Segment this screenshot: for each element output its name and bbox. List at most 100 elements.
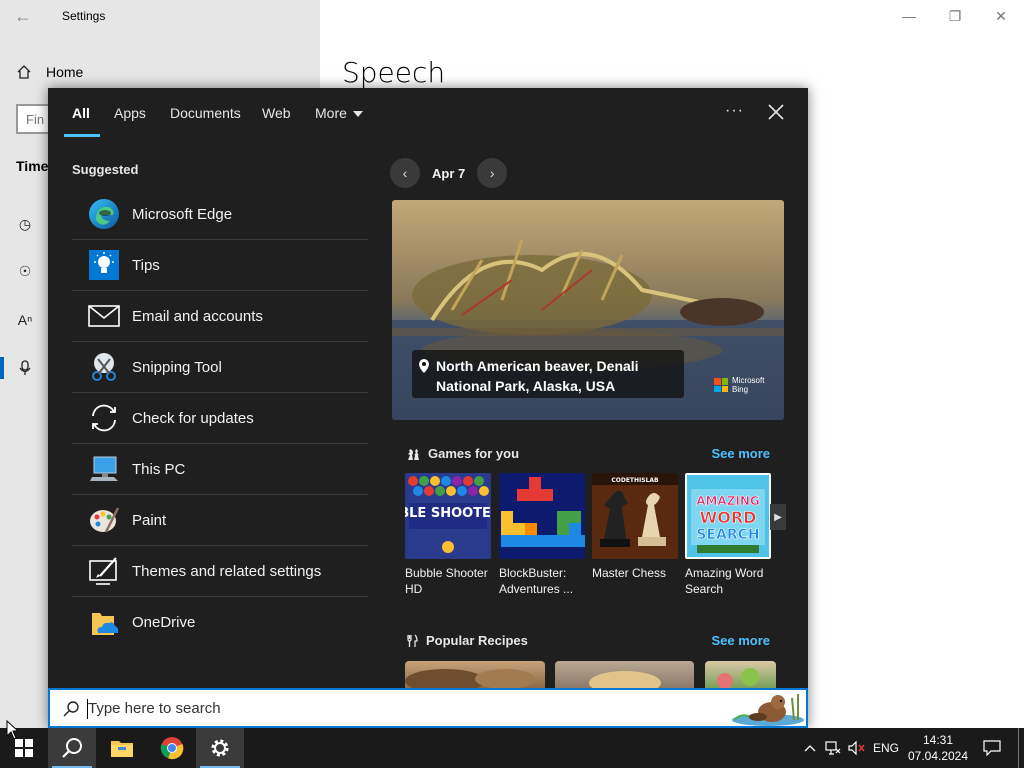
recipe-card[interactable]	[405, 661, 545, 688]
game-name: Bubble Shooter HD	[405, 566, 488, 596]
scissors-icon	[86, 349, 122, 385]
tab-all[interactable]: All	[72, 105, 90, 121]
suggested-item-edge[interactable]: Microsoft Edge	[72, 189, 368, 240]
restore-icon[interactable]: ❐	[932, 0, 978, 32]
caret-down-icon	[352, 111, 363, 118]
suggested-item-email-accounts[interactable]: Email and accounts	[72, 291, 368, 342]
clock-time: 14:31	[922, 733, 954, 747]
refresh-icon	[86, 400, 122, 436]
taskbar-chrome[interactable]	[148, 728, 196, 768]
window-controls: — ❐ ✕	[886, 0, 1024, 32]
palette-icon	[86, 502, 122, 538]
suggested-item-this-pc[interactable]: This PC	[72, 444, 368, 495]
suggested-item-label: Snipping Tool	[132, 358, 222, 376]
tab-web[interactable]: Web	[262, 105, 291, 121]
fork-knife-icon	[407, 634, 418, 647]
recipe-thumbnail	[405, 669, 535, 688]
active-tab-indicator	[64, 134, 100, 137]
sidebar-item-home[interactable]: Home	[16, 64, 83, 80]
suggested-item-label: Microsoft Edge	[132, 205, 233, 223]
suggested-item-themes[interactable]: Themes and related settings	[72, 546, 368, 597]
suggested-item-onedrive[interactable]: OneDrive	[72, 597, 368, 648]
recipe-thumbnail	[589, 671, 661, 688]
sidebar-section-title: Time	[16, 158, 49, 174]
taskbar: ENG 14:31 07.04.2024	[0, 728, 1024, 768]
game-card[interactable]: AMAZING WORD SEARCH Amazing Word Search	[685, 473, 773, 597]
taskbar-search-button[interactable]	[48, 728, 96, 768]
taskbar-file-explorer[interactable]	[98, 728, 146, 768]
network-button[interactable]	[823, 728, 843, 768]
close-window-icon[interactable]: ✕	[978, 0, 1024, 32]
sidebar-item-label: Home	[46, 64, 84, 80]
more-options-button[interactable]: ···	[725, 102, 744, 120]
search-tabs: All Apps Documents Web More ···	[48, 88, 808, 138]
notifications-button[interactable]	[980, 728, 1004, 768]
hero-caption[interactable]: North American beaver, Denali National P…	[412, 350, 684, 398]
back-arrow-icon[interactable]: ←	[14, 6, 32, 27]
volume-button[interactable]	[847, 728, 867, 768]
game-card[interactable]: BUBBLE SHOOTER HD Bubble Shooter HD	[405, 473, 493, 597]
suggested-item-paint[interactable]: Paint	[72, 495, 368, 546]
themes-icon	[86, 553, 122, 589]
suggested-item-label: OneDrive	[132, 614, 196, 631]
microphone-icon[interactable]	[16, 359, 34, 377]
suggested-item-label: Tips	[132, 256, 160, 274]
svg-text:WORD: WORD	[700, 508, 757, 527]
language-indicator[interactable]: ENG	[872, 728, 900, 768]
taskbar-settings[interactable]	[196, 728, 244, 768]
minimize-icon[interactable]: —	[886, 0, 932, 32]
game-card[interactable]: BlockBuster: Adventures ...	[499, 473, 587, 597]
network-icon	[825, 741, 841, 755]
gear-icon	[211, 739, 229, 757]
computer-icon	[86, 451, 122, 487]
home-icon	[17, 65, 31, 79]
tab-apps[interactable]: Apps	[114, 105, 146, 121]
page-title: Speech	[342, 56, 446, 89]
suggested-item-tips[interactable]: Tips	[72, 240, 368, 291]
recipe-thumbnail	[717, 668, 759, 688]
prev-date-button[interactable]: ‹	[390, 158, 420, 188]
game-card[interactable]: CODETHISLAB Master Chess	[592, 473, 680, 581]
window-title: Settings	[62, 9, 106, 23]
search-icon	[63, 701, 79, 717]
suggested-item-label: Themes and related settings	[132, 562, 322, 580]
edge-icon	[86, 196, 122, 232]
suggested-list: Microsoft Edge Tips Email and accounts S…	[72, 189, 368, 648]
games-next-arrow[interactable]: ▶	[770, 504, 786, 530]
next-date-button[interactable]: ›	[477, 158, 508, 188]
recipe-card[interactable]	[555, 661, 694, 688]
region-icon[interactable]: ☉	[16, 262, 34, 280]
tab-more-label: More	[315, 105, 347, 121]
language-icon[interactable]: Aⁿ	[16, 311, 34, 329]
game-thumbnail	[499, 473, 585, 559]
game-thumbnail: AMAZING WORD SEARCH	[685, 473, 771, 559]
recipes-see-more-link[interactable]: See more	[711, 633, 770, 648]
bing-daily-image[interactable]: North American beaver, Denali National P…	[392, 200, 784, 420]
games-title: Games for you	[428, 446, 520, 461]
suggested-item-snipping-tool[interactable]: Snipping Tool	[72, 342, 368, 393]
bing-logo: Microsoft Bing	[714, 376, 768, 394]
current-date: Apr 7	[432, 165, 466, 181]
suggested-item-check-updates[interactable]: Check for updates	[72, 393, 368, 444]
show-desktop-button[interactable]	[1018, 728, 1024, 768]
date-time-icon[interactable]: ◷	[16, 215, 34, 233]
windows-logo-icon	[15, 739, 33, 757]
show-hidden-icons-button[interactable]	[800, 728, 820, 768]
bing-logo-text: Microsoft Bing	[732, 376, 765, 394]
close-icon[interactable]	[766, 102, 786, 122]
suggested-item-label: Email and accounts	[132, 307, 263, 325]
taskbar-search-box[interactable]: Type here to search	[48, 688, 808, 728]
game-name: Master Chess	[592, 566, 667, 580]
clock[interactable]: 14:31 07.04.2024	[900, 732, 976, 764]
search-input[interactable]: Type here to search	[88, 700, 221, 717]
date-navigation: ‹ Apr 7 ›	[390, 158, 508, 188]
games-heading: Games for you	[406, 446, 519, 461]
suggested-item-label: Check for updates	[132, 409, 254, 427]
tab-more[interactable]: More	[315, 105, 363, 121]
volume-muted-icon	[848, 741, 865, 755]
tab-documents[interactable]: Documents	[170, 105, 241, 121]
chess-pieces-icon	[408, 448, 419, 460]
recipe-card[interactable]	[705, 661, 776, 688]
games-see-more-link[interactable]: See more	[711, 446, 770, 461]
folder-icon	[111, 741, 133, 757]
